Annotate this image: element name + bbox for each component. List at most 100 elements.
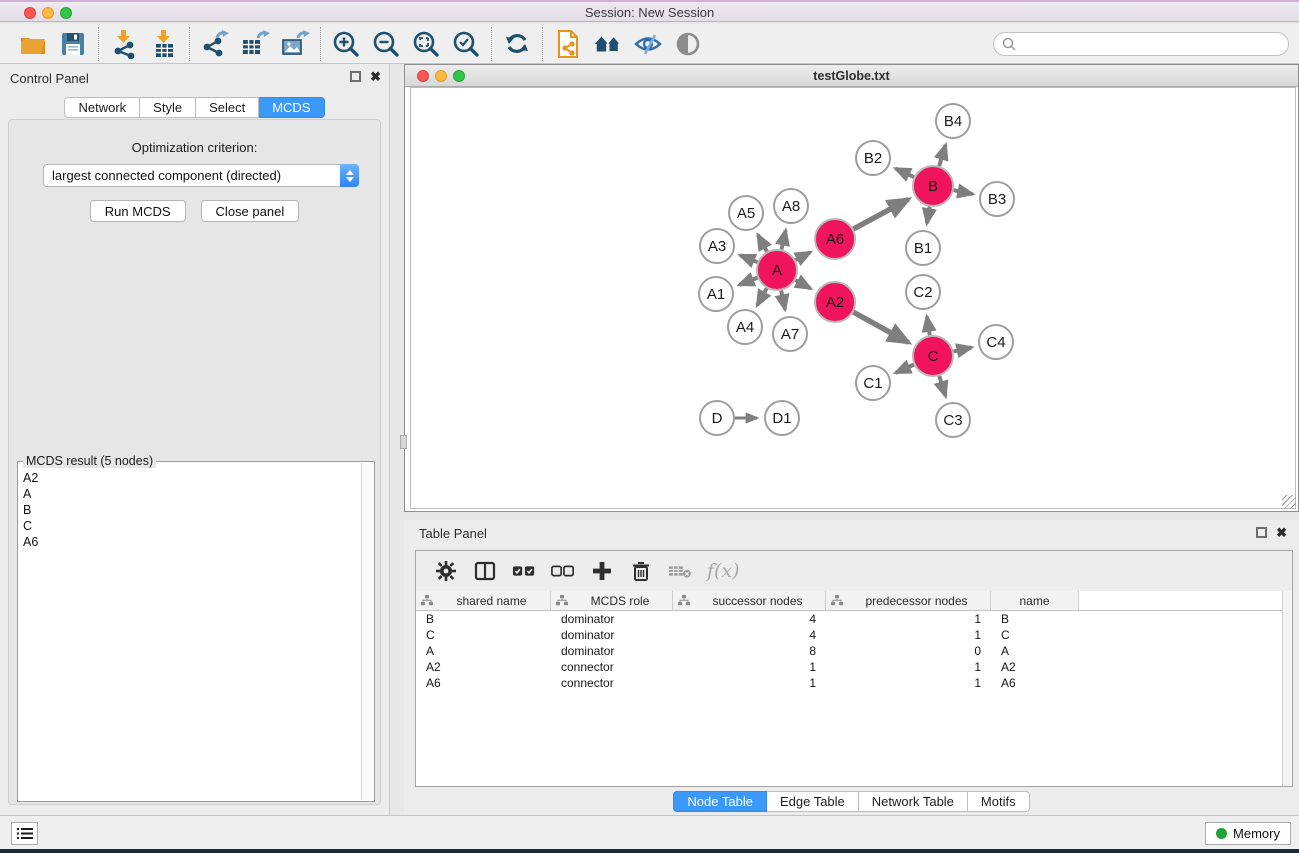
memory-button[interactable]: Memory: [1205, 822, 1291, 845]
desktop-background-strip: [0, 849, 1299, 853]
home-icon[interactable]: [593, 29, 623, 59]
network-canvas[interactable]: B4 B2 B B3 A5 A8A6 B1 A3 A C2 A1 A2 A4 A7 C4 C C1 C3 D D1: [410, 87, 1296, 509]
task-history-button[interactable]: [11, 822, 38, 845]
edge-A-A2: [795, 280, 810, 288]
svg-text:C1: C1: [863, 375, 882, 392]
node-A8[interactable]: A8: [774, 189, 808, 223]
import-table-icon[interactable]: [149, 29, 179, 59]
delete-table-icon[interactable]: [668, 559, 692, 583]
cell-name: A2: [991, 659, 1079, 675]
split-view-icon[interactable]: [473, 559, 497, 583]
table-tabs: Node TableEdge TableNetwork TableMotifs: [404, 791, 1299, 812]
export-image-icon[interactable]: [280, 29, 310, 59]
cell-predecessor-nodes: 1: [826, 675, 991, 691]
edge-B-B4: [939, 145, 945, 166]
table-settings-gear-icon[interactable]: [434, 559, 458, 583]
memory-label: Memory: [1233, 826, 1280, 841]
node-A3[interactable]: A3: [700, 229, 734, 263]
delete-column-trash-icon[interactable]: [629, 559, 653, 583]
node-B4[interactable]: B4: [936, 104, 970, 138]
float-table-panel-icon[interactable]: [1256, 527, 1267, 538]
select-all-icon[interactable]: [512, 559, 536, 583]
add-column-icon[interactable]: [590, 559, 614, 583]
table-row[interactable]: Cdominator41C: [416, 627, 1282, 643]
tab-select[interactable]: Select: [196, 97, 259, 118]
column-header-MCDS-role[interactable]: MCDS role: [551, 591, 673, 610]
node-C4[interactable]: C4: [979, 325, 1013, 359]
function-builder-icon[interactable]: f(x): [707, 560, 740, 582]
refresh-icon[interactable]: [502, 29, 532, 59]
node-A2[interactable]: A2: [815, 282, 855, 322]
node-A7[interactable]: A7: [773, 317, 807, 351]
tab-network[interactable]: Network: [64, 97, 140, 118]
close-table-panel-icon[interactable]: ✖: [1276, 527, 1287, 538]
control-panel-tabs: NetworkStyleSelectMCDS: [0, 97, 389, 118]
node-D1[interactable]: D1: [765, 401, 799, 435]
column-header-name[interactable]: name: [991, 591, 1079, 610]
import-network-icon[interactable]: [109, 29, 139, 59]
table-row[interactable]: A6connector11A6: [416, 675, 1282, 691]
criterion-value: largest connected component (directed): [44, 168, 340, 183]
result-item[interactable]: A: [19, 486, 360, 502]
save-session-icon[interactable]: [58, 29, 88, 59]
show-panel-eye-icon[interactable]: [673, 29, 703, 59]
result-item[interactable]: C: [19, 518, 360, 534]
open-session-icon[interactable]: [18, 29, 48, 59]
deselect-all-icon[interactable]: [551, 559, 575, 583]
table-row[interactable]: Adominator80A: [416, 643, 1282, 659]
tab-style[interactable]: Style: [140, 97, 196, 118]
node-C[interactable]: C: [913, 336, 953, 376]
table-row[interactable]: Bdominator41B: [416, 611, 1282, 627]
tab-edge-table[interactable]: Edge Table: [767, 791, 859, 812]
export-table-icon[interactable]: [240, 29, 270, 59]
node-B1[interactable]: B1: [906, 231, 940, 265]
zoom-fit-icon[interactable]: [411, 29, 441, 59]
table-scrollbar[interactable]: [1282, 591, 1292, 786]
tab-network-table[interactable]: Network Table: [859, 791, 968, 812]
svg-text:A5: A5: [737, 205, 755, 222]
run-mcds-button[interactable]: Run MCDS: [90, 200, 186, 222]
node-B[interactable]: B: [913, 166, 953, 206]
result-item[interactable]: A2: [19, 470, 360, 486]
column-header-successor-nodes[interactable]: successor nodes: [673, 591, 826, 610]
zoom-selected-icon[interactable]: [451, 29, 481, 59]
zoom-in-icon[interactable]: [331, 29, 361, 59]
node-A4[interactable]: A4: [728, 310, 762, 344]
new-network-icon[interactable]: [553, 29, 583, 59]
table-header-row: shared nameMCDS rolesuccessor nodesprede…: [416, 591, 1282, 611]
node-A6[interactable]: A6: [815, 219, 855, 259]
search-field[interactable]: [993, 32, 1289, 56]
tab-node-table[interactable]: Node Table: [673, 791, 767, 812]
cell-successor-nodes: 1: [673, 675, 826, 691]
float-panel-icon[interactable]: [350, 71, 361, 82]
criterion-select[interactable]: largest connected component (directed): [43, 164, 359, 187]
node-C2[interactable]: C2: [906, 275, 940, 309]
node-D[interactable]: D: [700, 401, 734, 435]
hide-panel-eye-icon[interactable]: [633, 29, 663, 59]
edge-C-C2: [927, 317, 930, 336]
search-input[interactable]: [1021, 37, 1280, 51]
result-item[interactable]: B: [19, 502, 360, 518]
zoom-out-icon[interactable]: [371, 29, 401, 59]
node-B2[interactable]: B2: [856, 141, 890, 175]
result-item[interactable]: A6: [19, 534, 360, 550]
column-header-predecessor-nodes[interactable]: predecessor nodes: [826, 591, 991, 610]
close-panel-button[interactable]: Close panel: [201, 200, 300, 222]
node-C3[interactable]: C3: [936, 403, 970, 437]
window-resize-grip[interactable]: [1282, 495, 1296, 509]
export-network-icon[interactable]: [200, 29, 230, 59]
node-A1[interactable]: A1: [699, 277, 733, 311]
svg-text:B4: B4: [944, 113, 962, 130]
tab-motifs[interactable]: Motifs: [968, 791, 1030, 812]
tab-mcds[interactable]: MCDS: [259, 97, 324, 118]
node-B3[interactable]: B3: [980, 182, 1014, 216]
table-row[interactable]: A2connector11A2: [416, 659, 1282, 675]
splitter-handle[interactable]: [400, 435, 407, 449]
node-A5[interactable]: A5: [729, 196, 763, 230]
close-panel-icon[interactable]: ✖: [370, 71, 381, 82]
result-scrollbar[interactable]: [361, 463, 374, 800]
node-A[interactable]: A: [757, 250, 797, 290]
mcds-panel: Optimization criterion: largest connecte…: [8, 119, 381, 805]
column-header-shared-name[interactable]: shared name: [416, 591, 551, 610]
node-C1[interactable]: C1: [856, 366, 890, 400]
